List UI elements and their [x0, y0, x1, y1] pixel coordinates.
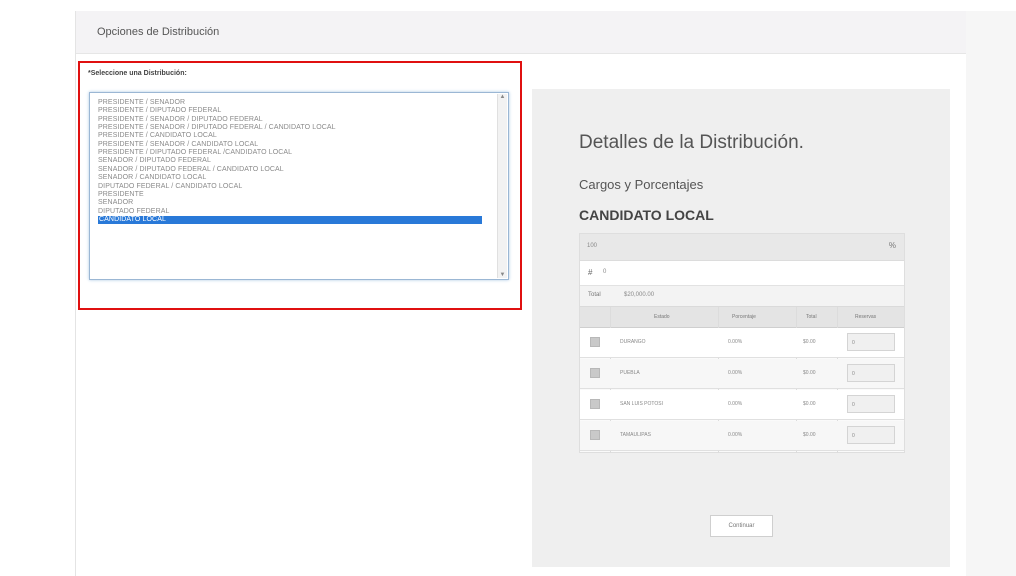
distribution-select-label: *Seleccione una Distribución: — [88, 70, 187, 77]
column-header-estado: Estado — [654, 314, 670, 320]
listbox-option[interactable]: SENADOR / CANDIDATO LOCAL — [98, 174, 206, 182]
row-reserva-input[interactable]: 0 — [847, 364, 895, 382]
amount-value: 0 — [603, 269, 607, 275]
row-porcentaje: 0.00% — [728, 339, 743, 345]
panel-header: Opciones de Distribución — [76, 11, 966, 54]
row-total: $0.00 — [803, 339, 816, 345]
scroll-down-icon[interactable]: ▼ — [499, 272, 506, 278]
grid-header: Estado Porcentaje Total Reservas — [580, 307, 904, 328]
column-header-total: Total — [806, 314, 817, 320]
table-row: SAN LUIS POTOSI 0.00% $0.00 0 — [580, 390, 904, 420]
listbox-option[interactable]: CANDIDATO LOCAL — [98, 215, 482, 224]
row-estado: TAMAULIPAS — [620, 432, 651, 438]
listbox-option[interactable]: PRESIDENTE / DIPUTADO FEDERAL — [98, 107, 221, 115]
row-checkbox[interactable] — [590, 430, 600, 440]
table-toolbar-left: 100 — [587, 243, 598, 249]
row-porcentaje: 0.00% — [728, 401, 743, 407]
listbox-option[interactable]: PRESIDENTE / CANDIDATO LOCAL — [98, 132, 217, 140]
listbox-scrollbar[interactable]: ▲ ▼ — [497, 94, 507, 278]
listbox-option[interactable]: PRESIDENTE / SENADOR / DIPUTADO FEDERAL … — [98, 124, 336, 132]
panel-title: Opciones de Distribución — [97, 26, 220, 38]
row-estado: SAN LUIS POTOSI — [620, 401, 663, 407]
listbox-option[interactable]: PRESIDENTE / DIPUTADO FEDERAL /CANDIDATO… — [98, 149, 292, 157]
table-row: DURANGO 0.00% $0.00 0 — [580, 328, 904, 358]
row-checkbox[interactable] — [590, 399, 600, 409]
row-porcentaje: 0.00% — [728, 370, 743, 376]
listbox-option[interactable]: SENADOR / DIPUTADO FEDERAL — [98, 157, 211, 165]
details-candidate: CANDIDATO LOCAL — [579, 207, 714, 223]
row-reserva-input[interactable]: 0 — [847, 426, 895, 444]
table-row: PUEBLA 0.00% $0.00 0 — [580, 359, 904, 389]
listbox-option[interactable]: PRESIDENTE / SENADOR — [98, 99, 185, 107]
row-reserva-input[interactable]: 0 — [847, 395, 895, 413]
row-checkbox[interactable] — [590, 368, 600, 378]
page-margin-right — [966, 11, 1016, 576]
column-header-reservas: Reservas — [855, 314, 877, 320]
listbox-option[interactable]: PRESIDENTE / SENADOR / DIPUTADO FEDERAL — [98, 116, 263, 124]
continue-button[interactable]: Continuar — [710, 515, 773, 537]
row-reserva-input[interactable]: 0 — [847, 333, 895, 351]
listbox-option[interactable]: SENADOR / DIPUTADO FEDERAL / CANDIDATO L… — [98, 166, 284, 174]
row-estado: DURANGO — [620, 339, 646, 345]
distribution-table: 100 % # 0 Total $20,000.00 Estado Porcen… — [579, 233, 905, 453]
amount-input[interactable]: # 0 — [580, 261, 904, 286]
hash-icon: # — [588, 268, 593, 277]
details-subtitle: Cargos y Porcentajes — [579, 177, 704, 192]
total-row: Total $20,000.00 — [580, 286, 904, 307]
listbox-option[interactable]: PRESIDENTE — [98, 191, 144, 199]
total-label: Total — [588, 292, 601, 298]
row-checkbox[interactable] — [590, 337, 600, 347]
listbox-option[interactable]: SENADOR — [98, 199, 133, 207]
row-total: $0.00 — [803, 370, 816, 376]
distribution-listbox[interactable]: ▲ ▼ PRESIDENTE / SENADOR PRESIDENTE / DIP… — [89, 92, 509, 280]
total-value: $20,000.00 — [624, 292, 655, 298]
row-estado: PUEBLA — [620, 370, 640, 376]
page-margin-left — [0, 0, 75, 576]
listbox-option[interactable]: PRESIDENTE / SENADOR / CANDIDATO LOCAL — [98, 141, 258, 149]
percent-icon: % — [888, 241, 896, 250]
details-title: Detalles de la Distribución. — [579, 132, 804, 153]
table-row: TAMAULIPAS 0.00% $0.00 0 — [580, 421, 904, 451]
row-total: $0.00 — [803, 432, 816, 438]
scroll-up-icon[interactable]: ▲ — [499, 94, 506, 100]
table-toolbar: 100 % — [580, 234, 904, 261]
row-porcentaje: 0.00% — [728, 432, 743, 438]
column-header-porcentaje: Porcentaje — [732, 314, 756, 320]
listbox-option[interactable]: DIPUTADO FEDERAL — [98, 208, 169, 216]
listbox-option[interactable]: DIPUTADO FEDERAL / CANDIDATO LOCAL — [98, 183, 242, 191]
row-total: $0.00 — [803, 401, 816, 407]
